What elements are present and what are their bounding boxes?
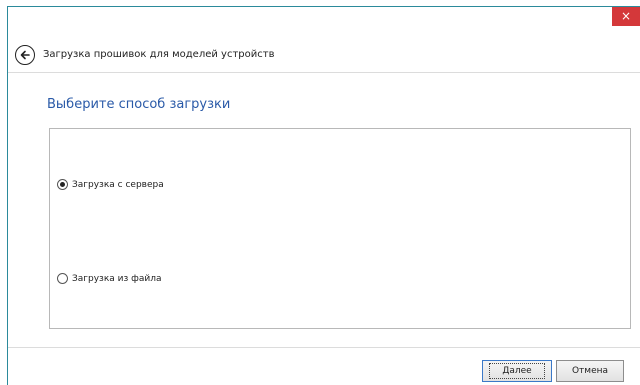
radio-file[interactable] [57,273,68,284]
option-file-label: Загрузка из файла [72,273,162,284]
next-button-label: Далее [489,363,545,379]
arrow-left-icon [20,50,30,59]
section-title: Выберите способ загрузки [47,97,231,112]
firmware-dialog: × Загрузка прошивок для моделей устройст… [7,6,640,385]
radio-selected-dot [60,182,65,187]
radio-server[interactable] [57,179,68,190]
page-title: Загрузка прошивок для моделей устройств [43,49,275,60]
option-server[interactable]: Загрузка с сервера [57,179,164,190]
close-button[interactable]: × [612,7,640,26]
dialog-footer: Далее Отмена [8,347,640,385]
dialog-header: Загрузка прошивок для моделей устройств [8,37,640,73]
next-button[interactable]: Далее [482,360,552,382]
title-bar: × [8,7,640,36]
download-method-group: Загрузка с сервера Загрузка из файла [49,128,631,329]
option-server-label: Загрузка с сервера [72,179,164,190]
option-file[interactable]: Загрузка из файла [57,273,161,284]
cancel-button[interactable]: Отмена [556,360,624,382]
back-button[interactable] [15,44,35,65]
